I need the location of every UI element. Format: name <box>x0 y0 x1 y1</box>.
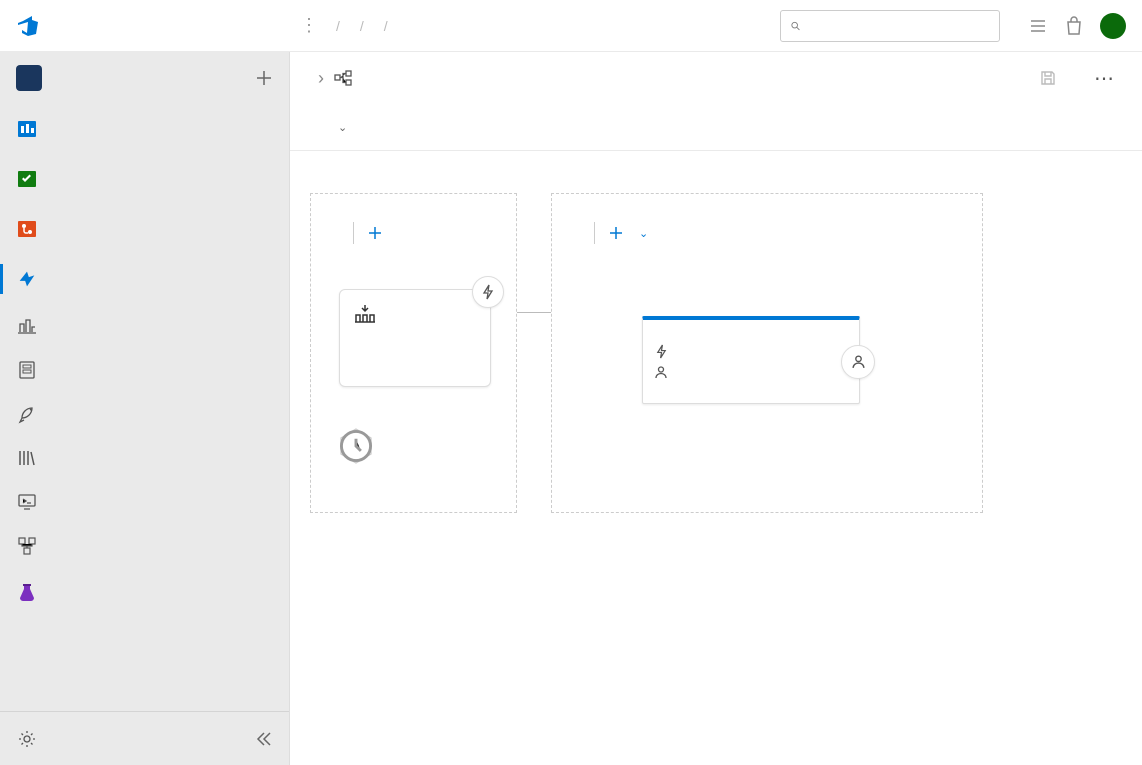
lightning-icon <box>655 344 668 359</box>
task-groups-icon <box>16 491 38 513</box>
chevron-down-icon: ⌄ <box>338 122 347 134</box>
sidebar-item-pipelines-sub[interactable] <box>0 304 289 348</box>
collapse-sidebar-icon[interactable] <box>255 730 273 748</box>
library-icon <box>16 447 38 469</box>
project-row <box>0 52 289 104</box>
tab-tasks[interactable]: ⌄ <box>334 107 347 147</box>
post-deployment-conditions-button[interactable] <box>841 345 875 379</box>
test-plans-icon <box>16 582 38 604</box>
brand[interactable] <box>16 14 292 38</box>
person-icon <box>851 354 866 369</box>
clock-icon <box>339 427 373 465</box>
project-badge <box>16 65 42 91</box>
releases-icon <box>16 403 38 425</box>
gear-icon <box>16 728 38 750</box>
plus-icon <box>609 226 623 240</box>
stage-card[interactable] <box>642 316 860 404</box>
repos-icon <box>16 218 38 240</box>
save-button <box>1030 64 1074 92</box>
pipelines-icon <box>16 268 38 290</box>
schedule-row[interactable] <box>339 427 488 465</box>
chevron-down-icon: ⌄ <box>639 227 648 240</box>
sidebar-item-pipelines[interactable] <box>0 254 289 304</box>
sidebar-footer <box>0 711 289 765</box>
pre-deployment-conditions-button[interactable] <box>643 320 679 403</box>
release-definition-icon <box>334 69 352 87</box>
sidebar-item-repos[interactable] <box>0 204 289 254</box>
sidebar-item-boards[interactable] <box>0 154 289 204</box>
plus-icon <box>368 226 382 240</box>
sidebar-item-environments[interactable] <box>0 348 289 392</box>
project-settings-link[interactable] <box>16 728 54 750</box>
divider <box>594 222 595 244</box>
boards-icon <box>16 168 38 190</box>
crumb-sep: / <box>384 18 388 34</box>
save-icon <box>1040 70 1056 86</box>
shopping-bag-icon[interactable] <box>1064 16 1084 36</box>
lightning-icon <box>481 284 495 300</box>
chevron-right-icon: › <box>318 68 324 89</box>
search-input[interactable] <box>808 18 989 34</box>
list-icon[interactable] <box>1028 16 1048 36</box>
divider <box>353 222 354 244</box>
sidebar-item-deployment-groups[interactable] <box>0 524 289 568</box>
cd-trigger-button[interactable] <box>472 276 504 308</box>
tabs: ⌄ <box>290 104 1142 151</box>
sidebar <box>0 52 290 765</box>
artifact-card[interactable] <box>339 289 491 387</box>
deployment-groups-icon <box>16 535 38 557</box>
add-stage-button[interactable]: ⌄ <box>609 226 648 240</box>
more-options-icon[interactable]: ⋯ <box>1084 60 1124 97</box>
sidebar-item-library[interactable] <box>0 436 289 480</box>
sidebar-item-releases[interactable] <box>0 392 289 436</box>
title-row: › ⋯ <box>290 52 1142 104</box>
plus-icon[interactable] <box>255 69 273 87</box>
add-artifact-button[interactable] <box>368 226 388 240</box>
canvas: ⌄ <box>290 151 1142 765</box>
stages-panel: ⌄ <box>551 193 983 513</box>
nav-items <box>0 104 289 711</box>
environments-icon <box>16 359 38 381</box>
sidebar-item-overview[interactable] <box>0 104 289 154</box>
project-link[interactable] <box>16 65 54 91</box>
breadcrumb: / / / <box>336 18 398 34</box>
pipeline-sub-icon <box>16 315 38 337</box>
content: › ⋯ ⌄ <box>290 52 1142 765</box>
search-icon <box>791 19 800 33</box>
search-input-wrapper[interactable] <box>780 10 1000 42</box>
sidebar-item-task-groups[interactable] <box>0 480 289 524</box>
more-vertical-icon[interactable]: ⋮ <box>292 15 326 36</box>
avatar[interactable] <box>1100 13 1126 39</box>
build-artifact-icon <box>354 304 476 324</box>
crumb-sep: / <box>360 18 364 34</box>
overview-icon <box>16 118 38 140</box>
azure-devops-logo-icon <box>16 14 40 38</box>
schedule-hex-button[interactable] <box>339 427 373 465</box>
artifacts-panel <box>310 193 517 513</box>
sidebar-item-test-plans[interactable] <box>0 568 289 618</box>
person-icon <box>654 365 668 379</box>
crumb-sep: / <box>336 18 340 34</box>
